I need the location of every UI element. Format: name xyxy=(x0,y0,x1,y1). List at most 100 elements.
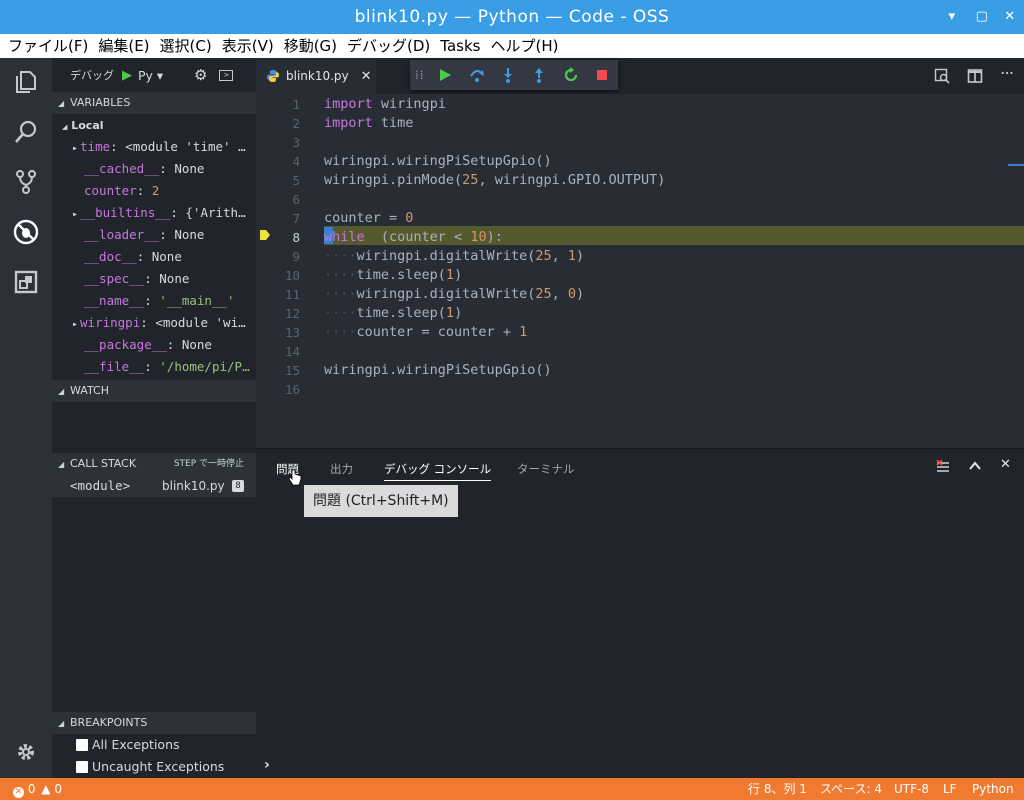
menu-selection[interactable]: 選択(C) xyxy=(160,34,212,58)
expand-chevron-icon[interactable]: ▸ xyxy=(72,209,78,220)
breakpoint-uncaught-exceptions[interactable]: Uncaught Exceptions xyxy=(76,756,224,778)
code-line: ····time.sleep(1) xyxy=(324,305,463,321)
menu-tasks[interactable]: Tasks xyxy=(440,34,480,58)
variable-value: <module 'time' … xyxy=(125,139,246,154)
debug-settings-gear-icon[interactable]: ⚙ xyxy=(194,66,207,84)
variable-name: __spec__ xyxy=(84,271,145,286)
variable-row[interactable]: __loader__: None xyxy=(52,224,256,246)
uncaught-exceptions-checkbox[interactable] xyxy=(76,761,88,773)
debug-toolbar: ⁞⁞ xyxy=(410,60,618,90)
variable-row[interactable]: __cached__: None xyxy=(52,158,256,180)
maximize-icon[interactable]: ▢ xyxy=(971,0,993,34)
expand-chevron-icon[interactable]: ▸ xyxy=(72,319,78,330)
variable-row[interactable]: ▸ time: <module 'time' … xyxy=(52,136,256,158)
window-title: blink10.py — Python — Code - OSS xyxy=(354,7,670,27)
local-scope[interactable]: ◢ Local xyxy=(52,114,256,136)
stop-icon[interactable] xyxy=(587,60,618,90)
scroll-position-marker xyxy=(1008,164,1024,166)
source-control-icon[interactable] xyxy=(0,158,52,206)
variable-row[interactable]: __file__: '/home/pi/P… xyxy=(52,356,256,378)
line-number: 1 xyxy=(292,97,300,112)
maximize-panel-icon[interactable] xyxy=(968,459,982,476)
callstack-section-header[interactable]: ◢ CALL STACK STEP で一時停止 xyxy=(52,453,256,475)
variable-row[interactable]: counter: 2 xyxy=(52,180,256,202)
line-number: 4 xyxy=(292,154,300,169)
code-line: ····time.sleep(1) xyxy=(324,267,463,283)
menu-debug[interactable]: デバッグ(D) xyxy=(347,34,430,58)
breakpoints-section-header[interactable]: ◢ BREAKPOINTS xyxy=(52,712,256,734)
line-number: 2 xyxy=(292,116,300,131)
open-changes-icon[interactable] xyxy=(934,68,950,87)
warning-icon: ▲ xyxy=(41,782,51,796)
variable-value: None xyxy=(174,161,205,176)
callstack-frame[interactable]: <module> blink10.py 8 xyxy=(52,475,256,497)
tab-debug-console[interactable]: デバッグ コンソール xyxy=(384,461,492,481)
code-line: ····counter = counter + 1 xyxy=(324,324,528,340)
menu-go[interactable]: 移動(G) xyxy=(284,34,337,58)
line-number: 11 xyxy=(284,287,300,302)
indentation[interactable]: スペース: 4 xyxy=(820,778,882,800)
drag-handle-icon[interactable]: ⁞⁞ xyxy=(410,60,430,90)
variable-row[interactable]: ▸ wiringpi: <module 'wi… xyxy=(52,312,256,334)
expand-chevron-icon[interactable]: ▸ xyxy=(72,143,78,154)
debug-config-select[interactable]: Py ▾ xyxy=(138,68,190,83)
editor-tab-bar: blink10.py ✕ ··· xyxy=(256,58,1024,94)
more-actions-icon[interactable]: ··· xyxy=(1000,64,1014,84)
variable-row[interactable]: __package__: None xyxy=(52,334,256,356)
status-bar: ✕ 0 ▲ 0 行 8、列 1 スペース: 4 UTF-8 LF Python xyxy=(0,778,1024,800)
editor-tab-blink10[interactable]: blink10.py ✕ xyxy=(256,58,376,94)
variable-row[interactable]: __name__: '__main__' xyxy=(52,290,256,312)
extensions-icon[interactable] xyxy=(0,258,52,306)
tooltip: 問題 (Ctrl+Shift+M) xyxy=(304,485,458,517)
variable-row[interactable]: __spec__: None xyxy=(52,268,256,290)
variables-section-header[interactable]: ◢ VARIABLES xyxy=(52,92,256,114)
menu-view[interactable]: 表示(V) xyxy=(222,34,274,58)
activity-bar xyxy=(0,58,52,778)
code-editor[interactable]: 1 import wiringpi 2 import time 3 4 wiringpi.w… xyxy=(256,94,1024,448)
line-number: 8 xyxy=(292,230,300,245)
debug-label: デバッグ xyxy=(70,69,114,82)
step-over-icon[interactable] xyxy=(461,60,492,90)
continue-icon[interactable] xyxy=(430,60,461,90)
restart-icon[interactable] xyxy=(555,60,586,90)
variable-value: None xyxy=(174,227,205,242)
window-titlebar: blink10.py — Python — Code - OSS ▾ ▢ ✕ xyxy=(0,0,1024,34)
settings-gear-icon[interactable] xyxy=(0,728,52,776)
step-out-icon[interactable] xyxy=(524,60,555,90)
search-icon[interactable] xyxy=(0,108,52,156)
menu-edit[interactable]: 編集(E) xyxy=(98,34,149,58)
step-into-icon[interactable] xyxy=(492,60,523,90)
close-window-icon[interactable]: ✕ xyxy=(999,0,1021,34)
line-number: 13 xyxy=(284,325,300,340)
variable-row[interactable]: __doc__: None xyxy=(52,246,256,268)
debug-icon[interactable] xyxy=(0,208,52,256)
tab-label: blink10.py xyxy=(286,69,349,83)
breakpoint-all-exceptions[interactable]: All Exceptions xyxy=(76,734,180,756)
start-debug-icon[interactable]: ▶ xyxy=(122,68,132,83)
line-ending[interactable]: LF xyxy=(943,778,957,800)
all-exceptions-checkbox[interactable] xyxy=(76,739,88,751)
problems-status[interactable]: ✕ 0 ▲ 0 xyxy=(13,778,62,800)
close-panel-icon[interactable]: ✕ xyxy=(1000,457,1011,472)
variable-name: wiringpi xyxy=(80,315,141,330)
variable-name: __cached__ xyxy=(84,161,160,176)
debug-console-icon[interactable]: > xyxy=(219,69,234,81)
menu-file[interactable]: ファイル(F) xyxy=(8,34,88,58)
menu-help[interactable]: ヘルプ(H) xyxy=(490,34,558,58)
clear-console-icon[interactable] xyxy=(936,459,950,477)
explorer-icon[interactable] xyxy=(0,58,52,106)
cursor-position[interactable]: 行 8、列 1 xyxy=(748,778,807,800)
tab-output[interactable]: 出力 xyxy=(330,461,353,477)
variable-name: __loader__ xyxy=(84,227,160,242)
language-mode[interactable]: Python xyxy=(972,778,1014,800)
minimize-icon[interactable]: ▾ xyxy=(941,0,963,34)
tab-close-icon[interactable]: ✕ xyxy=(361,69,372,84)
variable-value: None xyxy=(159,271,190,286)
split-editor-icon[interactable] xyxy=(967,68,983,87)
line-number: 3 xyxy=(292,135,300,150)
tab-terminal[interactable]: ターミナル xyxy=(517,461,575,477)
console-prompt[interactable]: › xyxy=(264,757,270,773)
encoding[interactable]: UTF-8 xyxy=(894,778,929,800)
watch-section-header[interactable]: ◢ WATCH xyxy=(52,380,256,402)
variable-row[interactable]: ▸ __builtins__: {'Arith… xyxy=(52,202,256,224)
